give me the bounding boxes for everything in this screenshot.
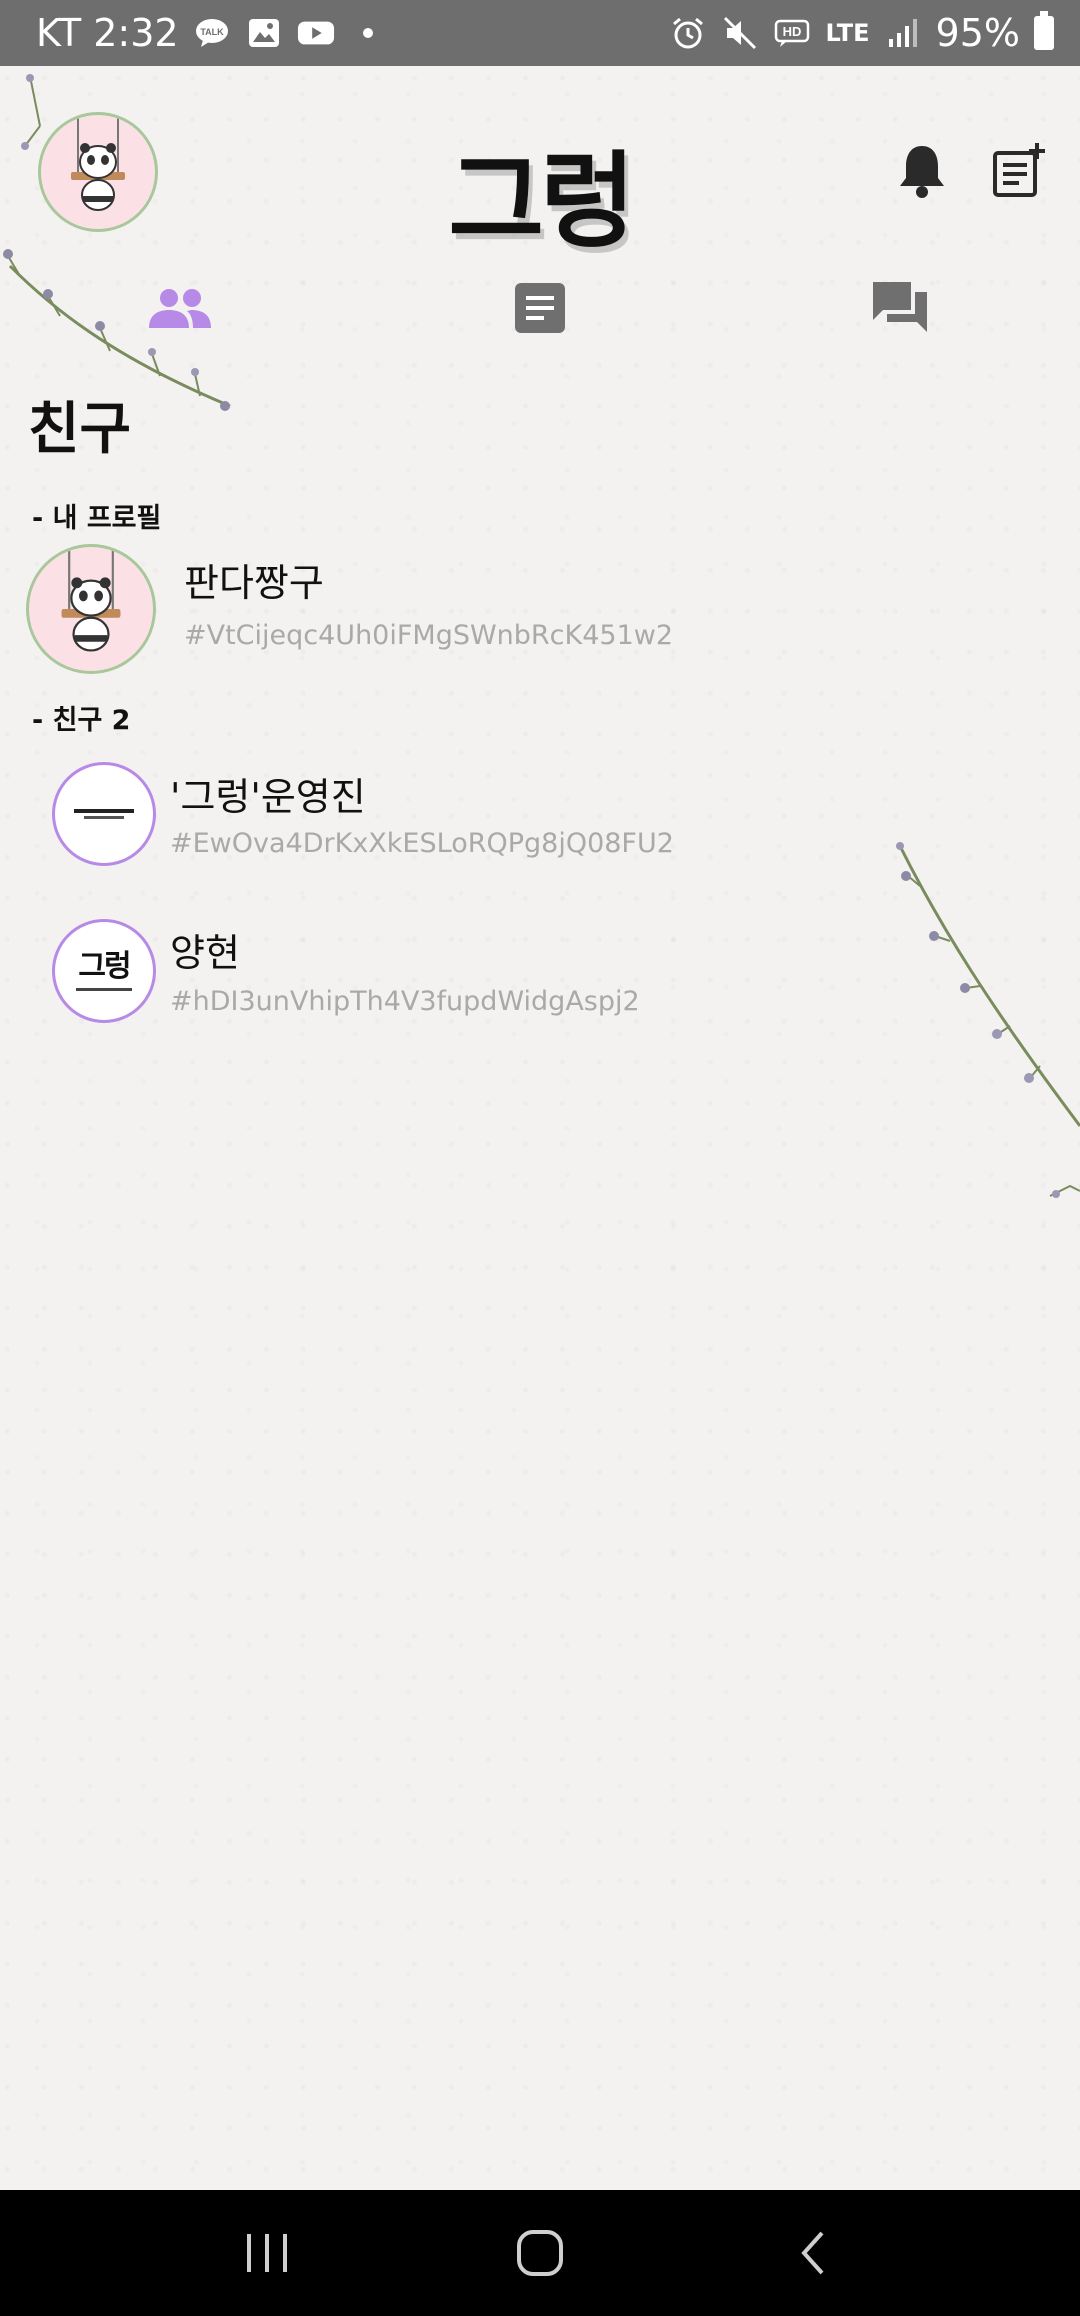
recent-apps-button[interactable] <box>227 2213 307 2293</box>
status-left: KT 2:32 TALK <box>36 11 387 55</box>
notification-bell-icon[interactable] <box>890 138 954 202</box>
my-profile-avatar[interactable] <box>26 544 156 674</box>
battery-percent: 95% <box>935 11 1020 55</box>
tab-posts[interactable] <box>500 276 580 340</box>
signal-icon <box>884 14 922 52</box>
tab-chat[interactable] <box>860 276 940 340</box>
carrier-time: KT 2:32 <box>36 11 179 55</box>
gallery-notification-icon <box>245 14 283 52</box>
battery-icon <box>1034 11 1054 50</box>
friend-avatar[interactable] <box>52 762 156 866</box>
my-profile-name[interactable]: 판다짱구 <box>184 552 324 607</box>
svg-text:HD: HD <box>783 24 802 39</box>
friend-avatar[interactable]: 그렁 <box>52 919 156 1023</box>
chat-bubbles-icon <box>873 282 927 332</box>
youtube-notification-icon <box>297 14 335 52</box>
status-right: HD LTE 95% <box>669 11 1054 55</box>
more-notifications-dot-icon <box>349 14 387 52</box>
alarm-icon <box>669 14 707 52</box>
back-button[interactable] <box>773 2213 853 2293</box>
panda-avatar-image <box>31 549 151 669</box>
my-profile-label: - 내 프로필 <box>32 503 162 534</box>
friend-name[interactable]: '그렁'운영진 <box>170 766 366 821</box>
flower-branch-decoration-right <box>896 842 1080 1198</box>
hd-voice-icon: HD <box>773 14 811 52</box>
document-icon <box>515 283 565 333</box>
friend-uid: #EwOva4DrKxXkESLoRQPg8jQ08FU2 <box>170 828 674 859</box>
friends-count-label: - 친구 2 <box>32 705 131 736</box>
app-background <box>0 66 1080 2190</box>
svg-text:TALK: TALK <box>200 27 224 37</box>
home-button[interactable] <box>500 2213 580 2293</box>
system-nav-bar <box>0 2190 1080 2316</box>
people-icon <box>149 289 211 328</box>
friend-avatar-logo: 그렁 <box>76 948 132 991</box>
kakaotalk-notification-icon: TALK <box>193 14 231 52</box>
tab-friends[interactable] <box>140 276 220 340</box>
home-icon <box>516 2230 563 2276</box>
mute-icon <box>721 14 759 52</box>
my-profile-uid: #VtCijeqc4Uh0iFMgSWnbRcK451w2 <box>184 620 674 651</box>
recent-apps-icon <box>246 2234 287 2272</box>
page-title: 친구 <box>28 397 132 462</box>
friend-uid: #hDI3unVhipTh4V3fupdWidgAspj2 <box>170 986 640 1017</box>
back-icon <box>801 2231 824 2275</box>
network-type: LTE <box>825 19 870 47</box>
friend-name[interactable]: 양현 <box>170 922 240 977</box>
friend-avatar-text-lines <box>74 809 134 819</box>
new-post-icon[interactable] <box>988 138 1052 202</box>
friend-avatar-logo-text: 그렁 <box>78 948 131 984</box>
status-bar: KT 2:32 TALK HD LTE 95% <box>0 0 1080 66</box>
